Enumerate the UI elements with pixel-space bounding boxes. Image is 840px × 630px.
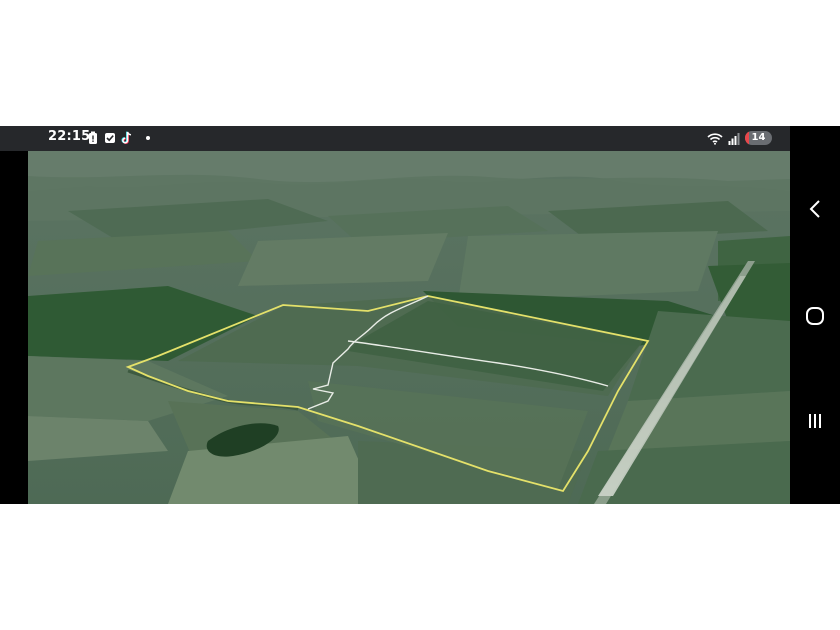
status-time: 22:15 <box>48 129 91 144</box>
checkbox-icon <box>105 133 115 143</box>
notification-dot-icon <box>146 136 150 140</box>
back-icon <box>809 200 820 218</box>
status-bar: 22:15 14 <box>0 126 790 151</box>
home-button[interactable] <box>800 301 830 331</box>
signal-icon <box>728 132 740 145</box>
battery-indicator: 14 <box>745 131 772 145</box>
navigation-bar <box>790 126 840 504</box>
satellite-map-view[interactable] <box>28 151 790 504</box>
tiktok-icon <box>121 131 132 145</box>
recents-button[interactable] <box>800 406 830 436</box>
recents-icon <box>809 414 821 428</box>
battery-saver-icon <box>89 131 97 144</box>
battery-level: 14 <box>751 132 766 143</box>
status-right-icons: 14 <box>707 131 772 145</box>
back-button[interactable] <box>800 194 830 224</box>
status-left-icons <box>87 131 150 145</box>
map-terrain <box>28 151 790 504</box>
wifi-icon <box>707 132 723 145</box>
home-icon <box>806 307 824 325</box>
